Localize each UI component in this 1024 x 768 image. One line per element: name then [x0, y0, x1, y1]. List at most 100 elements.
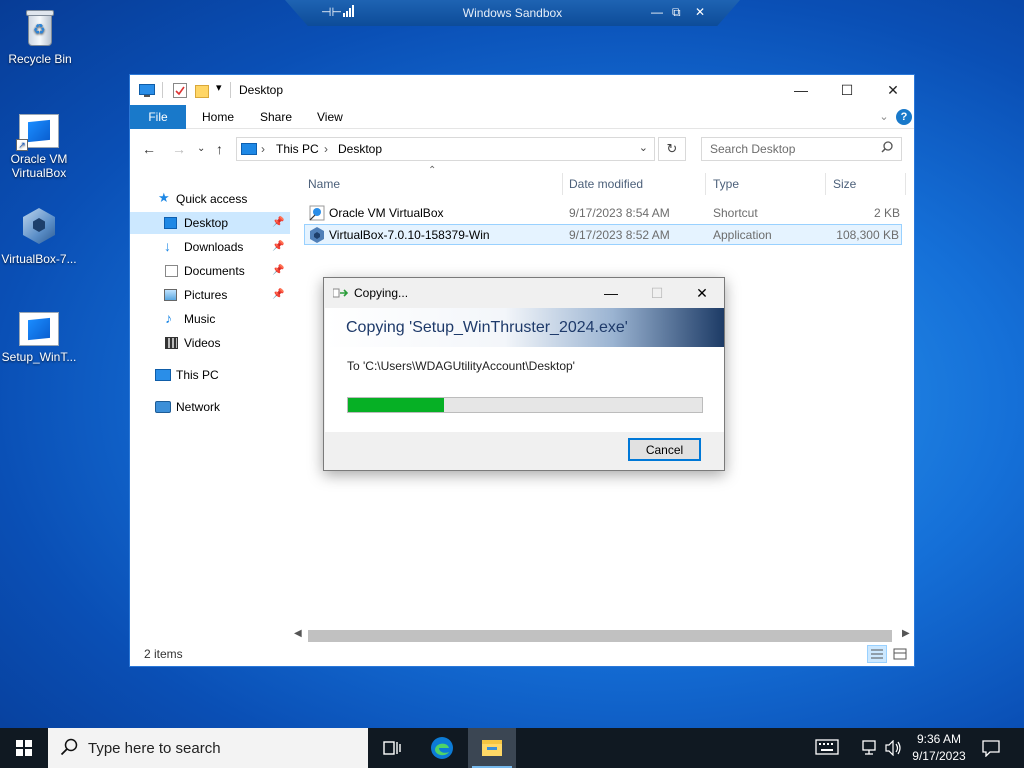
touch-keyboard-icon[interactable]: [815, 738, 839, 759]
application-icon: [19, 312, 59, 346]
pin-icon[interactable]: 📌: [272, 284, 284, 306]
dialog-minimize-button[interactable]: —: [588, 278, 634, 308]
close-button[interactable]: ✕: [870, 75, 916, 105]
breadcrumb-desktop[interactable]: Desktop: [338, 142, 382, 156]
file-type: Application: [713, 228, 772, 242]
nav-this-pc[interactable]: This PC: [130, 364, 290, 386]
scroll-right-icon[interactable]: ▶: [902, 628, 910, 639]
file-size: 108,300 KB: [836, 228, 899, 242]
tab-home[interactable]: Home: [188, 105, 248, 129]
column-header-name[interactable]: Name: [308, 171, 340, 197]
dialog-maximize-button: ☐: [650, 285, 664, 301]
nav-label: Downloads: [184, 240, 244, 254]
task-view-icon: [383, 741, 401, 755]
nav-network[interactable]: Network: [130, 396, 290, 418]
desktop-icon-virtualbox-installer[interactable]: VirtualBox-7...: [1, 206, 77, 266]
this-pc-icon: [241, 143, 257, 155]
nav-item-documents[interactable]: Documents 📌: [130, 260, 290, 282]
horizontal-scrollbar[interactable]: ◀ ▶: [290, 627, 916, 643]
expand-ribbon-icon[interactable]: ⌄: [876, 109, 892, 125]
desktop-icon-recycle-bin[interactable]: ♻ Recycle Bin: [2, 8, 78, 66]
sandbox-minimize-button[interactable]: —: [651, 5, 663, 19]
column-header-type[interactable]: Type: [713, 171, 739, 197]
system-clock[interactable]: 9:36 AM 9/17/2023: [907, 731, 971, 765]
explorer-title-bar: ▾ Desktop — ☐ ✕: [130, 75, 914, 105]
desktop-icon-oracle-vm-virtualbox[interactable]: ↗ Oracle VM VirtualBox: [1, 114, 77, 180]
help-icon[interactable]: ?: [896, 109, 912, 125]
file-row[interactable]: Oracle VM VirtualBox 9/17/2023 8:54 AM S…: [304, 203, 902, 224]
nav-label: Desktop: [184, 216, 229, 230]
scroll-left-icon[interactable]: ◀: [294, 628, 302, 639]
edge-icon: [431, 737, 453, 759]
file-name: VirtualBox-7.0.10-158379-Win: [329, 228, 490, 242]
breadcrumb-this-pc[interactable]: This PC: [276, 142, 319, 156]
new-folder-icon[interactable]: [195, 83, 209, 101]
nav-quick-access[interactable]: ★ Quick access: [130, 188, 290, 210]
network-icon[interactable]: [862, 740, 880, 759]
download-arrow-icon: ↓: [164, 238, 171, 254]
large-icons-view-icon[interactable]: [890, 645, 910, 663]
customize-dropdown-icon[interactable]: ▾: [216, 81, 222, 94]
desktop-icon-setup-winthruster[interactable]: Setup_WinT...: [1, 312, 77, 364]
refresh-button[interactable]: ↻: [658, 137, 686, 161]
file-size: 2 KB: [873, 206, 900, 220]
forward-arrow-icon[interactable]: →: [172, 141, 186, 157]
nav-label: Music: [184, 312, 216, 326]
dialog-banner: Copying 'Setup_WinThruster_2024.exe': [325, 308, 724, 347]
search-icon: [60, 738, 78, 761]
nav-item-videos[interactable]: Videos: [130, 332, 290, 354]
file-name: Oracle VM VirtualBox: [329, 206, 444, 220]
window-title: Desktop: [239, 83, 284, 97]
maximize-button[interactable]: ☐: [824, 75, 870, 105]
computer-icon: [155, 369, 171, 381]
details-view-icon[interactable]: [867, 645, 887, 663]
file-date: 9/17/2023 8:54 AM: [569, 206, 670, 220]
pin-icon[interactable]: 📌: [272, 212, 284, 234]
column-header-date-modified[interactable]: Date modified: [569, 171, 643, 197]
sandbox-title-bar: ⊣⊢ Windows Sandbox — ⧉ ✕: [285, 0, 740, 26]
volume-icon[interactable]: [885, 739, 903, 759]
properties-icon[interactable]: [173, 83, 187, 101]
pin-icon[interactable]: 📌: [272, 236, 284, 258]
copy-heading: Copying 'Setup_WinThruster_2024.exe': [346, 319, 628, 336]
music-note-icon: ♪: [165, 310, 172, 326]
edge-browser-button[interactable]: [418, 728, 466, 768]
tab-file[interactable]: File: [130, 105, 186, 129]
task-view-button[interactable]: [368, 728, 416, 768]
back-arrow-icon[interactable]: ←: [142, 141, 156, 157]
nav-label: Quick access: [176, 192, 248, 206]
nav-label: Pictures: [184, 288, 228, 302]
copy-icon: [332, 287, 349, 299]
file-explorer-button[interactable]: [468, 728, 516, 768]
picture-icon: [164, 289, 177, 301]
taskbar-search-box[interactable]: Type here to search: [48, 728, 368, 768]
file-row[interactable]: VirtualBox-7.0.10-158379-Win 9/17/2023 8…: [304, 224, 902, 245]
sandbox-close-button[interactable]: ✕: [695, 5, 705, 19]
nav-item-downloads[interactable]: ↓ Downloads 📌: [130, 236, 290, 258]
notifications-icon[interactable]: [982, 739, 1000, 760]
nav-item-pictures[interactable]: Pictures 📌: [130, 284, 290, 306]
minimize-button[interactable]: —: [778, 75, 824, 105]
folder-icon: [482, 740, 502, 756]
address-bar[interactable]: › This PC › Desktop ⌄: [236, 137, 655, 161]
nav-item-desktop[interactable]: Desktop 📌: [130, 212, 290, 234]
breadcrumb-separator: ›: [261, 142, 265, 156]
start-button[interactable]: [0, 728, 48, 768]
cancel-button[interactable]: Cancel: [628, 438, 701, 461]
column-header-size[interactable]: Size: [833, 171, 856, 197]
tab-share[interactable]: Share: [246, 105, 306, 129]
sandbox-restore-button[interactable]: ⧉: [672, 5, 681, 20]
desktop-icon-label: Recycle Bin: [8, 52, 72, 66]
search-box[interactable]: [701, 137, 902, 161]
address-dropdown-icon[interactable]: ⌄: [639, 141, 648, 154]
virtualbox-icon: [20, 206, 58, 248]
tab-view[interactable]: View: [303, 105, 357, 129]
scrollbar-thumb[interactable]: [308, 630, 892, 642]
dialog-close-button[interactable]: ✕: [679, 278, 725, 308]
pin-icon[interactable]: 📌: [272, 260, 284, 282]
nav-item-music[interactable]: ♪ Music: [130, 308, 290, 330]
desktop-icon-label: Oracle VM: [10, 152, 68, 166]
search-input[interactable]: [710, 139, 880, 159]
recent-locations-icon[interactable]: ⌄: [197, 143, 205, 154]
up-arrow-icon[interactable]: ↑: [216, 141, 223, 157]
